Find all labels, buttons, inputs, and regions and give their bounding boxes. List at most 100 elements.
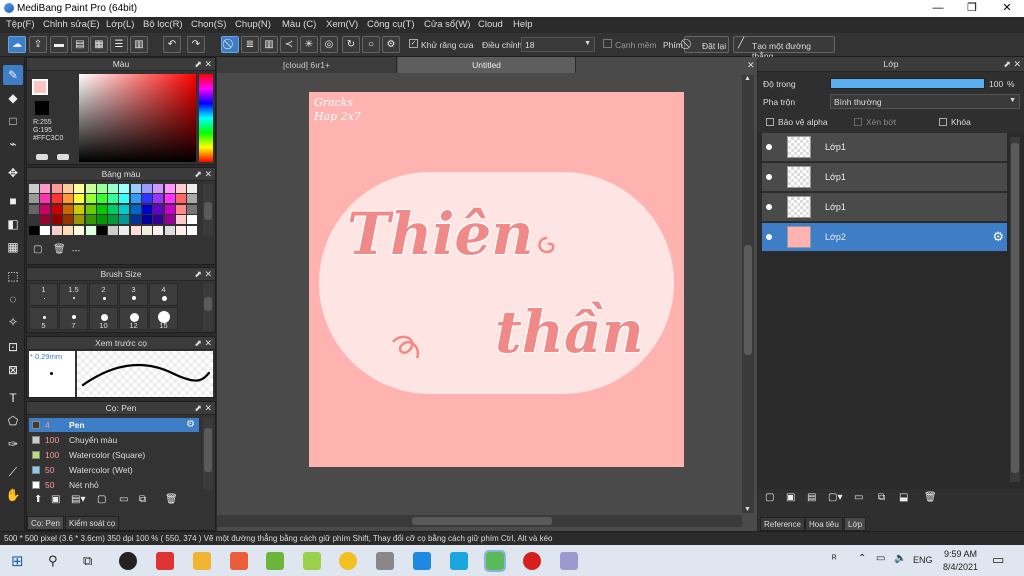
brush-item[interactable]: 4 Pen ⚙	[29, 418, 199, 432]
menu-file[interactable]: Tệp(F)	[6, 19, 35, 30]
palette-swatch[interactable]	[164, 215, 175, 225]
palette-swatch[interactable]	[119, 215, 130, 225]
palette-swatch[interactable]	[175, 184, 186, 193]
snap-settings-icon[interactable]: ⚙	[382, 36, 400, 53]
menu-layer[interactable]: Lớp(L)	[106, 19, 134, 30]
close-button[interactable]: ✕	[990, 0, 1024, 17]
office-icon[interactable]	[230, 552, 248, 570]
tab-navigator[interactable]: Hoa tiêu	[805, 517, 843, 531]
panel-controls-icon[interactable]: ⬈ ✕	[194, 337, 212, 350]
brush-size-cell[interactable]: 3	[119, 283, 148, 306]
create-line-button[interactable]: ╱ Tạo một đường thẳng	[733, 36, 835, 61]
palette-swatch[interactable]	[96, 225, 107, 235]
snap-off-icon[interactable]: ⃠	[221, 36, 239, 53]
maximize-button[interactable]: ❐	[955, 0, 989, 17]
menu-window[interactable]: Cửa sổ(W)	[424, 19, 470, 30]
palette-swatch[interactable]	[62, 204, 73, 214]
eraser-tool-icon[interactable]: ◆	[3, 88, 23, 108]
dot-tool-icon[interactable]: □	[3, 111, 23, 131]
palette-swatch[interactable]	[187, 194, 198, 204]
palette-swatch[interactable]	[108, 215, 119, 225]
palette-swatch[interactable]	[130, 184, 141, 193]
palette-swatch[interactable]	[142, 204, 152, 214]
list-icon[interactable]: ☰	[110, 36, 128, 53]
tab-reference[interactable]: Reference	[760, 517, 805, 531]
palette-swatch[interactable]	[96, 204, 107, 214]
artboard[interactable]: Gracks Hap 2x7 Thiên thần	[309, 92, 684, 467]
app-icon[interactable]	[376, 552, 394, 570]
palette-swatch[interactable]	[96, 215, 107, 225]
file-explorer-icon[interactable]	[193, 552, 211, 570]
minimize-button[interactable]: —	[921, 0, 955, 17]
secondary-color-swatch[interactable]	[35, 101, 49, 115]
palette-swatch[interactable]	[175, 225, 186, 235]
layer-scrollbar[interactable]	[1010, 137, 1020, 482]
chrome-icon[interactable]	[339, 552, 357, 570]
palette-swatch[interactable]	[51, 194, 62, 204]
delete-palette-icon[interactable]: 🗑	[53, 244, 66, 255]
save-icon[interactable]: ▦	[90, 36, 108, 53]
snap-vanish-icon[interactable]: ≺	[280, 36, 298, 53]
language-indicator[interactable]: ENG	[913, 555, 933, 565]
skype-icon[interactable]	[450, 552, 468, 570]
battery-icon[interactable]: ▭	[876, 553, 885, 564]
snap-cross-icon[interactable]: ▥	[260, 36, 278, 53]
brush-size-cell[interactable]: 1	[29, 283, 58, 306]
current-color-swatch[interactable]	[32, 79, 48, 95]
palette-swatch[interactable]	[96, 184, 107, 193]
palette-swatch[interactable]	[119, 194, 130, 204]
blend-select[interactable]: Bình thường ▼	[830, 94, 1020, 109]
task-view-icon[interactable]: ⧉	[83, 553, 92, 569]
eyedropper-icon[interactable]: ⟋	[3, 462, 23, 482]
grid-icon[interactable]: ▥	[130, 36, 148, 53]
palette-swatch[interactable]	[51, 215, 62, 225]
layer-row[interactable]: Lớp1	[762, 133, 1007, 162]
palette-swatch[interactable]	[153, 184, 164, 193]
palette-swatch[interactable]	[187, 225, 198, 235]
app-icon[interactable]	[303, 552, 321, 570]
snap-ellipse-icon[interactable]: ○	[362, 36, 380, 53]
palette-swatch[interactable]	[108, 194, 119, 204]
new-palette-icon[interactable]: ▢	[33, 244, 42, 255]
menu-capture[interactable]: Chụp(N)	[235, 19, 271, 30]
search-icon[interactable]: ⚲	[48, 553, 58, 569]
palette-swatch[interactable]	[40, 184, 51, 193]
palette-swatch[interactable]	[153, 204, 164, 214]
add-brush-icon[interactable]: ▣	[51, 494, 60, 505]
layer-row-selected[interactable]: Lớp2 ⚙	[762, 223, 1007, 252]
upload-brush-icon[interactable]: ⬆	[34, 494, 42, 505]
visibility-eye-icon[interactable]	[766, 204, 772, 210]
zalo-icon[interactable]	[413, 552, 431, 570]
brush-menu-icon[interactable]: ▤▾	[71, 494, 85, 505]
brush-item[interactable]: 50 Watercolor (Wet)	[29, 463, 199, 477]
chevron-up-icon[interactable]: ⌃	[858, 553, 866, 564]
select-pen-icon[interactable]: ⌁	[3, 134, 23, 154]
opera-icon[interactable]	[523, 552, 541, 570]
palette-swatch[interactable]	[153, 225, 164, 235]
palette-swatch[interactable]	[164, 204, 175, 214]
palette-swatch[interactable]	[142, 215, 152, 225]
brush-item[interactable]: 100 Watercolor (Square)	[29, 448, 199, 462]
cloud-icon[interactable]: ☁	[8, 36, 26, 53]
palette-swatch[interactable]	[85, 194, 96, 204]
brush-size-cell[interactable]: 12	[119, 307, 148, 330]
antialias-checkbox[interactable]: ✓	[409, 39, 418, 48]
pen-app-icon[interactable]	[156, 552, 174, 570]
layer-folder-icon[interactable]: ▭	[854, 492, 863, 503]
palette-swatches[interactable]	[29, 184, 199, 236]
select-eraser-icon[interactable]: ⊠	[3, 360, 23, 380]
select-pen-tool-icon[interactable]: ⊡	[3, 337, 23, 357]
hue-slider[interactable]	[199, 74, 213, 162]
soft-edge-checkbox[interactable]	[603, 39, 612, 48]
gear-icon[interactable]: ⚙	[186, 418, 195, 432]
palette-swatch[interactable]	[40, 215, 51, 225]
palette-swatch[interactable]	[108, 225, 119, 235]
visibility-eye-icon[interactable]	[766, 144, 772, 150]
comment-icon[interactable]: ▬	[50, 36, 68, 53]
brush-item[interactable]: 50 Nét nhỏ	[29, 478, 199, 492]
divide-tool-icon[interactable]: ✑	[3, 434, 23, 454]
text-tool-icon[interactable]: T	[3, 388, 23, 408]
paint-icon[interactable]	[560, 552, 578, 570]
magic-wand-icon[interactable]: ✧	[3, 312, 23, 332]
undo-icon[interactable]: ↶	[163, 36, 181, 53]
